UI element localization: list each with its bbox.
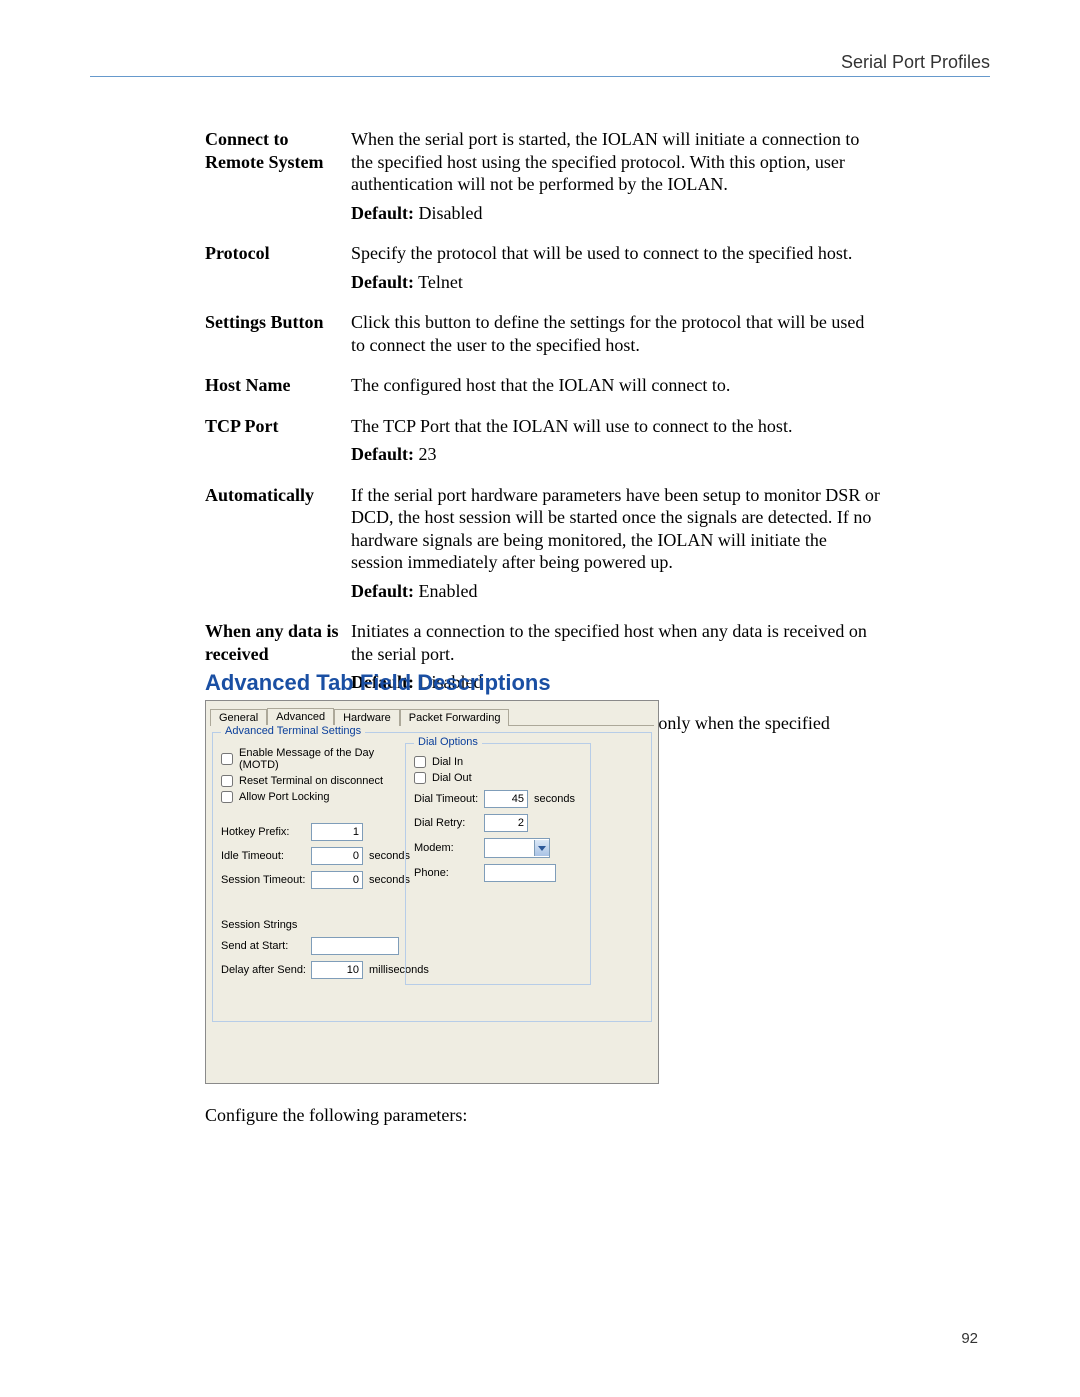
term: Settings Button xyxy=(205,311,351,334)
subgroup-session-strings: Session Strings xyxy=(221,919,401,931)
checkbox-dial-out[interactable]: Dial Out xyxy=(414,772,582,784)
def-row: Connect to Remote System When the serial… xyxy=(205,128,880,224)
unit: seconds xyxy=(534,793,575,805)
tab-packet-forwarding[interactable]: Packet Forwarding xyxy=(400,709,510,726)
tab-hardware[interactable]: Hardware xyxy=(334,709,400,726)
modem-select[interactable] xyxy=(484,838,550,858)
term: Host Name xyxy=(205,374,351,397)
checkbox-reset-terminal[interactable]: Reset Terminal on disconnect xyxy=(221,775,401,787)
header-right: Serial Port Profiles xyxy=(90,52,990,73)
session-timeout-input[interactable] xyxy=(311,871,363,889)
group-dial-options: Dial Options Dial In Dial Out Dial Timeo… xyxy=(405,743,591,985)
field-modem: Modem: xyxy=(414,838,582,858)
tab-advanced[interactable]: Advanced xyxy=(267,708,334,726)
group-title: Advanced Terminal Settings xyxy=(221,725,365,737)
field-label: Modem: xyxy=(414,842,484,854)
term: TCP Port xyxy=(205,415,351,438)
desc-text: If the serial port hardware parameters h… xyxy=(351,485,880,573)
default-val: Telnet xyxy=(418,272,463,292)
page-number: 92 xyxy=(961,1330,978,1347)
phone-input[interactable] xyxy=(484,864,556,882)
term: Automatically xyxy=(205,484,351,507)
field-delay-after-send: Delay after Send: milliseconds xyxy=(221,961,401,979)
default-label: Default: xyxy=(351,581,414,601)
header-rule xyxy=(90,76,990,77)
checkbox-label: Enable Message of the Day (MOTD) xyxy=(239,747,401,771)
field-label: Dial Timeout: xyxy=(414,793,484,805)
desc-text: Initiates a connection to the specified … xyxy=(351,621,867,664)
delay-after-send-input[interactable] xyxy=(311,961,363,979)
field-dial-retry: Dial Retry: xyxy=(414,814,582,832)
checkbox-label: Dial Out xyxy=(432,772,472,784)
default-val: Enabled xyxy=(418,581,477,601)
checkbox-allow-port-locking[interactable]: Allow Port Locking xyxy=(221,791,401,803)
desc: The configured host that the IOLAN will … xyxy=(351,374,880,397)
unit: seconds xyxy=(369,850,410,862)
tab-strip: General Advanced Hardware Packet Forward… xyxy=(206,701,658,725)
field-label: Send at Start: xyxy=(221,940,311,952)
checkbox-dial-in[interactable]: Dial In xyxy=(414,756,582,768)
term: Connect to Remote System xyxy=(205,128,351,173)
def-row: Host Name The configured host that the I… xyxy=(205,374,880,397)
default-val: Disabled xyxy=(418,203,482,223)
desc: If the serial port hardware parameters h… xyxy=(351,484,880,603)
dialog-screenshot: General Advanced Hardware Packet Forward… xyxy=(205,700,659,1084)
field-label: Phone: xyxy=(414,867,484,879)
desc: Specify the protocol that will be used t… xyxy=(351,242,880,293)
default-label: Default: xyxy=(351,203,414,223)
def-row: Protocol Specify the protocol that will … xyxy=(205,242,880,293)
desc: The TCP Port that the IOLAN will use to … xyxy=(351,415,880,466)
idle-timeout-input[interactable] xyxy=(311,847,363,865)
term: Protocol xyxy=(205,242,351,265)
body-text: Configure the following parameters: xyxy=(205,1105,467,1126)
default-label: Default: xyxy=(351,444,414,464)
desc-text: Specify the protocol that will be used t… xyxy=(351,243,852,263)
group-title: Dial Options xyxy=(414,736,482,748)
field-idle-timeout: Idle Timeout: seconds xyxy=(221,847,401,865)
field-dial-timeout: Dial Timeout: seconds xyxy=(414,790,582,808)
tab-general[interactable]: General xyxy=(210,709,267,726)
checkbox-input[interactable] xyxy=(221,791,233,803)
field-label: Session Timeout: xyxy=(221,874,311,886)
checkbox-motd[interactable]: Enable Message of the Day (MOTD) xyxy=(221,747,401,771)
chevron-down-icon xyxy=(534,840,549,856)
def-row: Automatically If the serial port hardwar… xyxy=(205,484,880,603)
dial-retry-input[interactable] xyxy=(484,814,528,832)
field-label: Idle Timeout: xyxy=(221,850,311,862)
field-phone: Phone: xyxy=(414,864,582,882)
term: When any data is received xyxy=(205,620,351,665)
checkbox-input[interactable] xyxy=(221,753,233,765)
desc-text: The TCP Port that the IOLAN will use to … xyxy=(351,416,792,436)
field-hotkey-prefix: Hotkey Prefix: xyxy=(221,823,401,841)
send-at-start-input[interactable] xyxy=(311,937,399,955)
checkbox-label: Reset Terminal on disconnect xyxy=(239,775,383,787)
unit: seconds xyxy=(369,874,410,886)
desc-text: The configured host that the IOLAN will … xyxy=(351,375,730,395)
checkbox-input[interactable] xyxy=(414,756,426,768)
checkbox-input[interactable] xyxy=(221,775,233,787)
field-label: Delay after Send: xyxy=(221,964,311,976)
desc: Click this button to define the settings… xyxy=(351,311,880,356)
left-column: Enable Message of the Day (MOTD) Reset T… xyxy=(221,743,401,985)
checkbox-label: Dial In xyxy=(432,756,463,768)
desc-text: Click this button to define the settings… xyxy=(351,312,864,355)
field-label: Hotkey Prefix: xyxy=(221,826,311,838)
default-label: Default: xyxy=(351,272,414,292)
def-row: Settings Button Click this button to def… xyxy=(205,311,880,356)
checkbox-input[interactable] xyxy=(414,772,426,784)
hotkey-prefix-input[interactable] xyxy=(311,823,363,841)
field-label: Dial Retry: xyxy=(414,817,484,829)
checkbox-label: Allow Port Locking xyxy=(239,791,330,803)
field-session-timeout: Session Timeout: seconds xyxy=(221,871,401,889)
desc: When the serial port is started, the IOL… xyxy=(351,128,880,224)
desc-text: When the serial port is started, the IOL… xyxy=(351,129,859,194)
section-heading: Advanced Tab Field Descriptions xyxy=(205,670,551,696)
field-send-at-start: Send at Start: xyxy=(221,937,401,955)
default-val: 23 xyxy=(418,444,436,464)
dial-timeout-input[interactable] xyxy=(484,790,528,808)
def-row: TCP Port The TCP Port that the IOLAN wil… xyxy=(205,415,880,466)
group-advanced-terminal-settings: Advanced Terminal Settings Enable Messag… xyxy=(212,732,652,1022)
